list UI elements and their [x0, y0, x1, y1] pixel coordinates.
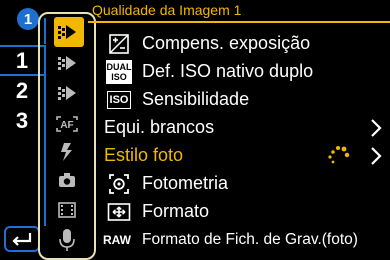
iso-icon-text: ISO	[106, 91, 132, 109]
video-menu-icon[interactable]	[52, 51, 82, 75]
microphone-icon[interactable]	[52, 228, 82, 252]
menu-item-metering[interactable]: Fotometria	[98, 170, 390, 198]
aspect-icon	[106, 200, 132, 224]
menu-item-aspect-ratio[interactable]: Formato	[98, 198, 390, 226]
film-icon[interactable]	[52, 198, 82, 222]
menu-item-exposure-comp[interactable]: Compens. exposição	[98, 30, 390, 58]
header-divider	[88, 21, 390, 23]
metering-icon	[106, 172, 132, 196]
menu-item-label: Formato	[142, 201, 210, 221]
page-title: Qualidade da Imagem 1	[92, 2, 242, 18]
menu-item-file-format[interactable]: RAW Formato de Fich. de Grav.(foto)	[98, 226, 390, 254]
camera-icon[interactable]	[52, 168, 82, 192]
photo-menu-icon[interactable]	[52, 20, 82, 44]
menu-item-label: Formato de Fich. de Grav.(foto)	[142, 231, 358, 248]
svg-text:AF: AF	[60, 120, 73, 131]
video-menu-icon[interactable]	[52, 81, 82, 105]
iso-icon: ISO	[106, 88, 132, 112]
raw-icon: RAW	[102, 228, 132, 252]
chevron-right-icon	[371, 147, 382, 165]
exposure-comp-icon	[106, 32, 132, 56]
menu-item-sensitivity[interactable]: ISO Sensibilidade	[98, 86, 390, 114]
menu-item-label: Fotometria	[142, 173, 229, 193]
menu-item-label: Estilo foto	[104, 145, 184, 165]
chevron-right-icon	[371, 119, 382, 137]
raw-icon-text: RAW	[103, 233, 131, 247]
menu-item-white-balance[interactable]: Equi. brancos	[98, 114, 390, 142]
flash-icon[interactable]	[52, 140, 82, 164]
loading-spinner-icon	[328, 146, 350, 164]
category-column	[38, 12, 96, 260]
back-arrow-icon	[12, 233, 32, 246]
page-number-badge: 1	[17, 8, 39, 30]
menu-item-label: Sensibilidade	[142, 89, 250, 109]
dual-iso-icon-bottom-text: ISO	[111, 72, 127, 82]
menu-item-label: Compens. exposição	[142, 33, 311, 53]
back-button[interactable]	[4, 226, 40, 252]
menu-item-photo-style[interactable]: Estilo foto	[98, 142, 390, 170]
menu-item-label: Def. ISO nativo duplo	[142, 61, 314, 81]
af-icon[interactable]: AF	[52, 112, 82, 136]
menu-item-label: Equi. brancos	[104, 117, 215, 137]
menu-item-dual-iso[interactable]: DUAL ISO Def. ISO nativo duplo	[98, 58, 390, 86]
dual-iso-icon: DUAL ISO	[106, 60, 132, 84]
dual-iso-icon-top-text: DUAL	[106, 62, 132, 72]
